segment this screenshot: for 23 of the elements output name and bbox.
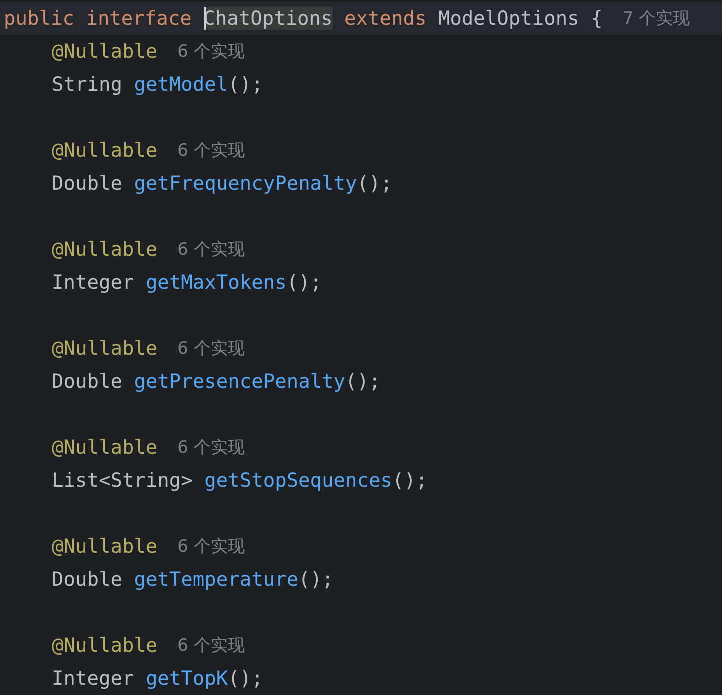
code-line: String getModel();: [52, 73, 264, 96]
implementations-hint[interactable]: 6 个实现: [178, 139, 245, 162]
code-line: @Nullable: [52, 139, 158, 162]
implementations-hint[interactable]: 6 个实现: [178, 337, 245, 360]
code-line: public interface ChatOptions extends ModelOptions {: [4, 7, 603, 30]
code-line: Double getPresencePenalty();: [52, 370, 381, 393]
code-line: Integer getMaxTokens();: [52, 271, 322, 294]
code-line: @Nullable: [52, 40, 158, 63]
implementations-hint[interactable]: 6 个实现: [178, 40, 245, 63]
implementations-hint[interactable]: 6 个实现: [178, 634, 245, 657]
implementations-hint[interactable]: 7 个实现: [622, 7, 690, 30]
code-line: @Nullable: [52, 436, 158, 459]
implementations-hint[interactable]: 6 个实现: [178, 238, 245, 261]
implementations-hint[interactable]: 6 个实现: [178, 535, 245, 558]
implementations-hint[interactable]: 6 个实现: [178, 436, 245, 459]
code-line: Double getFrequencyPenalty();: [52, 172, 392, 195]
code-line: Integer getTopK();: [52, 667, 264, 690]
code-line: List<String> getStopSequences();: [52, 469, 428, 492]
code-line: @Nullable: [52, 337, 158, 360]
code-line: @Nullable: [52, 238, 158, 261]
code-line: @Nullable: [52, 634, 158, 657]
code-line: Double getTemperature();: [52, 568, 334, 591]
code-line: @Nullable: [52, 535, 158, 558]
